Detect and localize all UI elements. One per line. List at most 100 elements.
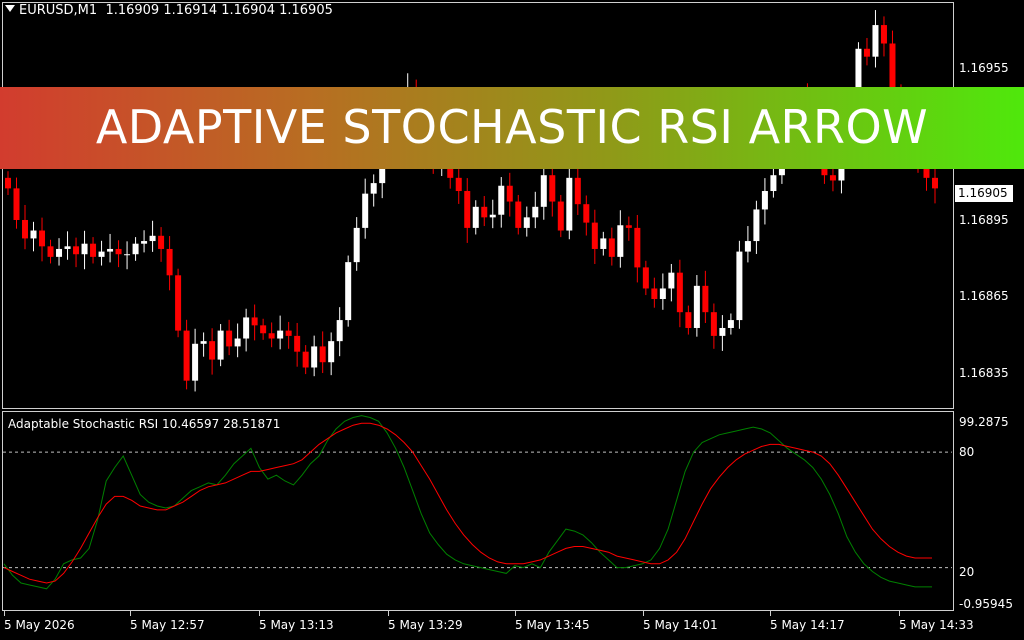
candle-body — [506, 185, 513, 202]
candle-body — [209, 341, 216, 360]
candle-body — [736, 251, 743, 321]
time-tick — [130, 611, 131, 616]
candle-body — [234, 338, 241, 347]
time-tick — [388, 611, 389, 616]
time-axis-label: 5 May 14:01 — [643, 618, 718, 632]
candle-body — [549, 175, 556, 202]
time-axis-label: 5 May 14:17 — [770, 618, 845, 632]
time-axis-label: 5 May 13:45 — [515, 618, 590, 632]
candle-body — [166, 248, 173, 276]
candle-body — [56, 248, 63, 257]
candle-body — [702, 285, 709, 313]
candle-body — [761, 191, 768, 210]
candle-body — [523, 217, 530, 228]
indicator-level-20: 20 — [959, 565, 975, 579]
candle-body — [557, 201, 564, 231]
candle-body — [710, 312, 717, 336]
candle-body — [659, 288, 666, 300]
candle-body — [141, 241, 148, 244]
candle-body — [591, 222, 598, 249]
time-tick — [899, 611, 900, 616]
time-tick — [515, 611, 516, 616]
candle-body — [532, 206, 539, 218]
indicator-axis-bottom: -0.95945 — [959, 597, 1013, 611]
candle-body — [149, 235, 156, 242]
candle-body — [727, 320, 734, 328]
main-line — [3, 415, 932, 590]
time-tick — [4, 611, 5, 616]
candle-body — [13, 188, 20, 220]
indicator-level-80: 80 — [959, 445, 975, 459]
candle-body — [676, 272, 683, 313]
candle-body — [175, 275, 182, 331]
time-axis-label: 5 May 13:29 — [388, 618, 463, 632]
candle-body — [183, 330, 190, 381]
candle-body — [515, 201, 522, 228]
candle-body — [863, 48, 870, 57]
candle-body — [481, 206, 488, 218]
candle-body — [932, 177, 938, 189]
candle-body — [217, 330, 224, 360]
time-tick — [643, 611, 644, 616]
candle-body — [634, 227, 641, 268]
candle-body — [693, 285, 700, 328]
candle-body — [251, 317, 258, 326]
price-axis-label-1: 1.16955 — [959, 61, 1009, 75]
candle-body — [889, 43, 896, 91]
time-axis-label: 5 May 13:13 — [259, 618, 334, 632]
candle-body — [498, 185, 505, 215]
candle-body — [285, 330, 292, 336]
candle-body — [302, 351, 309, 368]
time-tick — [259, 611, 260, 616]
candle-body — [107, 248, 114, 252]
candle-body — [455, 177, 462, 192]
time-axis-label: 5 May 14:33 — [899, 618, 974, 632]
candle-body — [328, 341, 335, 363]
candle-body — [625, 225, 632, 228]
candle-body — [464, 191, 471, 228]
price-axis-label-2: 1.16895 — [959, 213, 1009, 227]
candle-body — [668, 272, 675, 289]
candle-body — [370, 183, 377, 194]
candle-body — [880, 25, 887, 44]
indicator-axis-top: 99.2875 — [959, 415, 1009, 429]
candle-body — [22, 219, 29, 239]
time-axis-label: 5 May 12:57 — [130, 618, 205, 632]
candle-body — [115, 248, 122, 255]
candle-body — [472, 206, 479, 228]
candle-body — [64, 246, 71, 249]
candle-body — [81, 243, 88, 255]
candle-body — [872, 25, 879, 57]
time-tick — [770, 611, 771, 616]
price-axis-label-3: 1.16865 — [959, 289, 1009, 303]
candle-body — [574, 177, 581, 205]
candle-body — [744, 241, 751, 252]
candle-body — [651, 288, 658, 300]
candle-body — [617, 225, 624, 257]
time-axis-label: 5 May 2026 — [4, 618, 75, 632]
candle-body — [90, 243, 97, 257]
candle-body — [362, 193, 369, 228]
candle-body — [73, 246, 80, 255]
candle-body — [132, 243, 139, 255]
candle-body — [294, 335, 301, 352]
candle-body — [489, 214, 496, 218]
candle-body — [608, 238, 615, 257]
candle-body — [353, 227, 360, 263]
candle-body — [268, 333, 275, 339]
candle-body — [685, 312, 692, 328]
price-axis-label-4: 1.16835 — [959, 366, 1009, 380]
candle-body — [719, 327, 726, 336]
title-banner: ADAPTIVE STOCHASTIC RSI ARROW — [0, 87, 1024, 169]
candle-body — [583, 204, 590, 223]
candle-body — [200, 341, 207, 344]
candle-body — [226, 330, 233, 347]
candle-body — [47, 246, 54, 257]
candle-body — [319, 346, 326, 363]
candle-body — [753, 209, 760, 242]
candle-body — [770, 175, 777, 192]
banner-title: ADAPTIVE STOCHASTIC RSI ARROW — [95, 100, 929, 154]
candle-body — [600, 238, 607, 249]
candle-body — [260, 325, 267, 334]
candle-body — [30, 230, 37, 239]
